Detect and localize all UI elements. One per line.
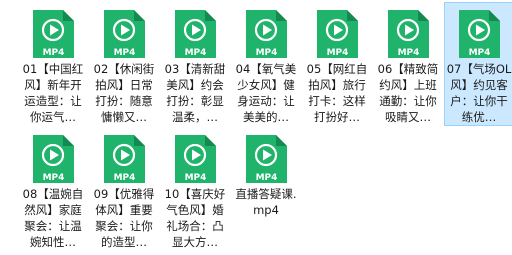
- file-name: 05【网红自拍风】旅行打卡：这样打扮好…: [306, 62, 368, 124]
- mp4-badge-label: MP4: [327, 48, 349, 58]
- mp4-badge-label: MP4: [43, 173, 65, 183]
- file-name: 04【氧气美少女风】健身运动：让美美的…: [235, 62, 297, 124]
- file-item-1[interactable]: MP4 01【中国红风】新年开运造型：让你运气…: [18, 2, 88, 126]
- file-name: 07【气场OL风】约见客户：让你干练优…: [446, 62, 512, 124]
- file-item-4[interactable]: MP4 04【氧气美少女风】健身运动：让美美的…: [231, 2, 301, 126]
- file-name: 01【中国红风】新年开运造型：让你运气…: [22, 62, 84, 124]
- mp4-badge-label: MP4: [398, 48, 420, 58]
- mp4-badge-label: MP4: [185, 48, 207, 58]
- file-explorer-view: MP4 01【中国红风】新年开运造型：让你运气… MP4 02【休闲街拍风】日常…: [0, 0, 512, 255]
- file-name: 08【温婉自然风】家庭聚会：让温婉知性…: [22, 187, 84, 249]
- mp4-video-file-icon: MP4: [317, 10, 358, 58]
- mp4-badge-label: MP4: [43, 48, 65, 58]
- file-item-10[interactable]: MP4 10【喜庆好气色风】婚礼场合：凸显大方…: [160, 127, 230, 251]
- file-name: 10【喜庆好气色风】婚礼场合：凸显大方…: [164, 187, 226, 249]
- file-name: 09【优雅得体风】重要聚会：让你的造型…: [93, 187, 155, 249]
- mp4-video-file-icon: MP4: [246, 10, 287, 58]
- mp4-video-file-icon: MP4: [104, 10, 145, 58]
- mp4-video-file-icon: MP4: [175, 135, 216, 183]
- mp4-badge-label: MP4: [114, 173, 136, 183]
- mp4-video-file-icon: MP4: [388, 10, 429, 58]
- file-grid: MP4 01【中国红风】新年开运造型：让你运气… MP4 02【休闲街拍风】日常…: [18, 2, 512, 251]
- mp4-badge-label: MP4: [114, 48, 136, 58]
- mp4-video-file-icon: MP4: [104, 135, 145, 183]
- file-name: 直播答疑课.mp4: [235, 187, 297, 217]
- file-item-9[interactable]: MP4 09【优雅得体风】重要聚会：让你的造型…: [89, 127, 159, 251]
- file-name: 06【精致简约风】上班通勤：让你吸睛又…: [377, 62, 439, 124]
- file-item-7[interactable]: MP4 07【气场OL风】约见客户：让你干练优…: [444, 2, 512, 126]
- mp4-video-file-icon: MP4: [33, 135, 74, 183]
- file-item-8[interactable]: MP4 08【温婉自然风】家庭聚会：让温婉知性…: [18, 127, 88, 251]
- file-item-2[interactable]: MP4 02【休闲街拍风】日常打扮：随意慵懒又…: [89, 2, 159, 126]
- file-name: 03【清新甜美风】约会打扮：彰显温柔，…: [164, 62, 226, 124]
- mp4-badge-label: MP4: [469, 48, 491, 58]
- file-item-3[interactable]: MP4 03【清新甜美风】约会打扮：彰显温柔，…: [160, 2, 230, 126]
- mp4-badge-label: MP4: [185, 173, 207, 183]
- file-item-6[interactable]: MP4 06【精致简约风】上班通勤：让你吸睛又…: [373, 2, 443, 126]
- file-name: 02【休闲街拍风】日常打扮：随意慵懒又…: [93, 62, 155, 124]
- mp4-video-file-icon: MP4: [459, 10, 500, 58]
- file-item-5[interactable]: MP4 05【网红自拍风】旅行打卡：这样打扮好…: [302, 2, 372, 126]
- mp4-badge-label: MP4: [256, 173, 278, 183]
- mp4-badge-label: MP4: [256, 48, 278, 58]
- mp4-video-file-icon: MP4: [246, 135, 287, 183]
- mp4-video-file-icon: MP4: [33, 10, 74, 58]
- file-item-11[interactable]: MP4 直播答疑课.mp4: [231, 127, 301, 251]
- mp4-video-file-icon: MP4: [175, 10, 216, 58]
